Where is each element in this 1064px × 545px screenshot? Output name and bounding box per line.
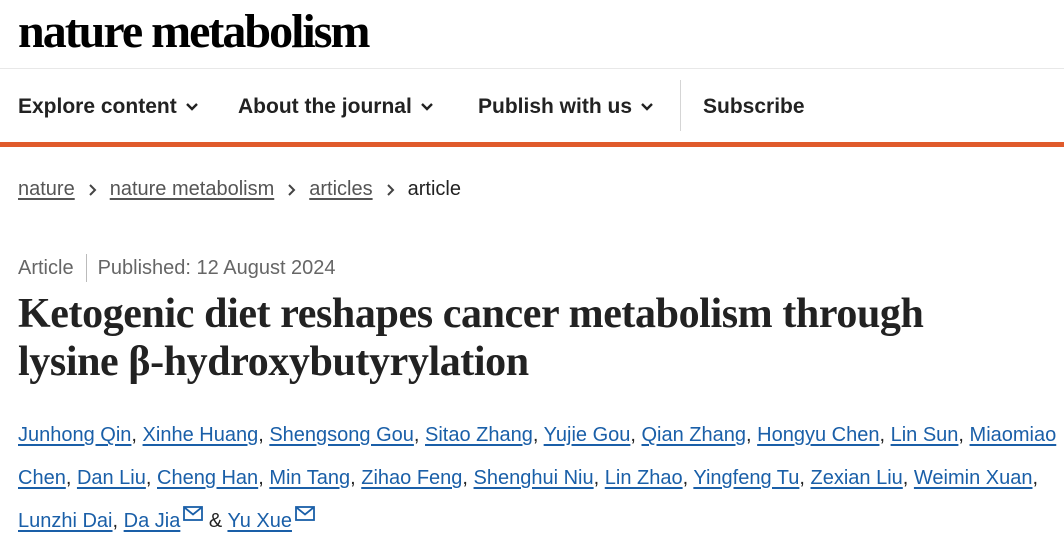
main-nav: Explore content About the journal Publis… [0,69,1064,147]
author-separator: , [630,424,636,446]
author-link[interactable]: Zexian Liu [811,467,903,489]
author-link-corresponding[interactable]: Da Jia [124,510,181,532]
author-link[interactable]: Lin Zhao [605,467,683,489]
author-link[interactable]: Min Tang [269,467,350,489]
chevron-down-icon [420,103,433,111]
article-title-line-2: lysine β-hydroxybutyrylation [18,339,529,385]
author-separator: , [532,424,539,446]
author-separator: , [131,424,137,446]
mail-icon[interactable] [183,506,204,521]
author-link[interactable]: Shenghui Niu [474,467,594,489]
author-separator: , [879,424,886,446]
author-link[interactable]: Weimin Xuan [914,467,1033,489]
article-title: Ketogenic diet reshapes cancer metabolis… [18,290,1058,386]
author-separator: , [258,467,264,489]
nav-publish-with-us[interactable]: Publish with us [478,93,654,121]
chevron-down-icon [185,103,198,111]
nav-publish-with-us-label: Publish with us [478,95,633,118]
published-date: Published: 12 August 2024 [97,256,336,279]
author-separator: , [258,424,264,446]
chevron-down-icon [641,103,653,111]
chevron-right-icon [386,183,395,197]
breadcrumb-current: article [407,178,461,200]
author-link[interactable]: Junhong Qin [18,424,131,446]
author-separator: , [746,424,752,446]
author-link[interactable]: Shengsong Gou [269,424,414,446]
breadcrumb-articles[interactable]: articles [309,178,372,201]
author-separator: , [1032,467,1039,489]
author-separator: , [682,467,689,489]
author-separator: , [958,424,964,446]
author-separator: , [799,467,805,489]
nav-about-journal-label: About the journal [238,95,412,118]
chevron-right-icon [287,183,296,197]
mail-icon[interactable] [295,506,315,521]
breadcrumb: nature nature metabolism articles articl… [18,178,461,201]
author-list: Junhong Qin, Xinhe Huang, Shengsong Gou,… [18,414,1058,543]
nav-about-journal[interactable]: About the journal [238,93,434,121]
author-link[interactable]: Yingfeng Tu [693,467,799,489]
author-separator: , [350,467,356,489]
author-link[interactable]: Yujie Gou [544,424,631,446]
article-title-line-1: Ketogenic diet reshapes cancer metabolis… [18,291,924,337]
journal-logo[interactable]: nature metabolism [18,4,370,60]
author-ampersand: & [208,510,223,532]
nav-divider [680,80,681,131]
author-separator: , [902,467,909,489]
author-separator: , [112,510,119,532]
nav-explore-content[interactable]: Explore content [18,93,199,121]
author-link[interactable]: Zihao Feng [361,467,462,489]
author-link[interactable]: Sitao Zhang [425,424,533,446]
chevron-right-icon [88,183,97,197]
author-link[interactable]: Cheng Han [157,467,258,489]
author-link[interactable]: Lunzhi Dai [18,510,113,532]
meta-divider [85,254,87,282]
author-link[interactable]: Hongyu Chen [757,424,879,446]
author-link-corresponding[interactable]: Yu Xue [227,510,292,532]
author-link[interactable]: Qian Zhang [642,424,747,446]
breadcrumb-nature-metabolism[interactable]: nature metabolism [110,178,275,201]
author-separator: , [145,467,152,489]
author-link[interactable]: Xinhe Huang [143,424,259,446]
author-link[interactable]: Lin Sun [891,424,959,446]
author-separator: , [413,424,420,446]
nav-subscribe[interactable]: Subscribe [703,93,805,121]
breadcrumb-nature[interactable]: nature [18,178,75,201]
nav-explore-content-label: Explore content [18,95,177,118]
article-type: Article [18,256,74,279]
author-link[interactable]: Dan Liu [77,467,146,489]
author-separator: , [462,467,468,489]
masthead: nature metabolism [0,0,1064,69]
article-meta: Article Published: 12 August 2024 [18,254,336,282]
author-separator: , [65,467,72,489]
author-separator: , [593,467,600,489]
